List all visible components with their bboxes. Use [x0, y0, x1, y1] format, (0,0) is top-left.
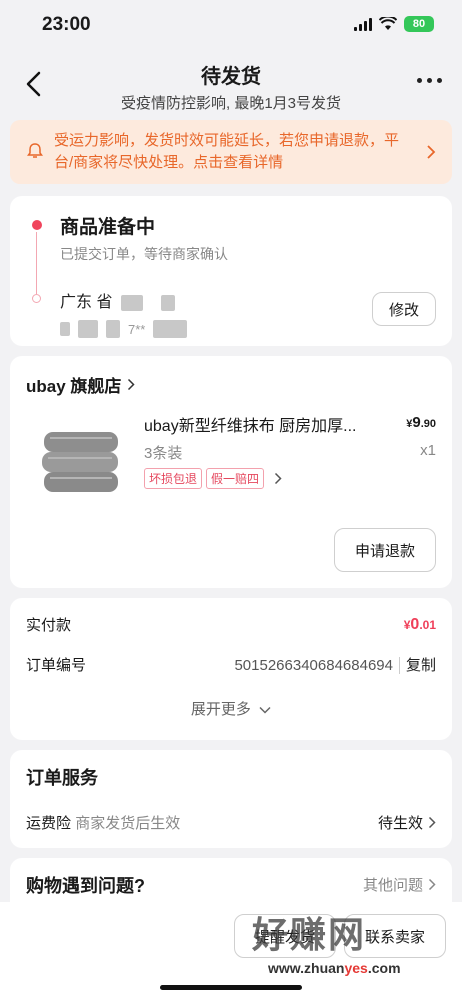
order-no: 5015266340684684694	[234, 657, 393, 674]
nav-bar: 待发货 受疫情防控影响, 最晚1月3号发货	[0, 52, 462, 118]
apply-refund-button[interactable]: 申请退款	[334, 528, 436, 572]
address-line-2: 7**	[60, 320, 188, 338]
timeline-dot	[32, 294, 41, 303]
watermark-url-b: yes	[344, 960, 368, 976]
status-bar: 23:00 80	[0, 0, 462, 52]
more-icon[interactable]	[417, 78, 442, 83]
signal-icon	[354, 17, 372, 31]
page-title: 待发货	[201, 66, 261, 88]
other-issues-label: 其他问题	[362, 877, 423, 894]
order-no-label: 订单编号	[26, 657, 87, 674]
order-no-group: 5015266340684684694 复制	[234, 654, 436, 675]
shipping-card: 商品准备中 已提交订单，等待商家确认 广东 省 7** 修改	[10, 196, 452, 346]
expand-more-button[interactable]: 展开更多	[10, 698, 452, 719]
order-service-card: 订单服务 运费险 商家发货后生效 待生效	[10, 750, 452, 848]
status-time: 23:00	[42, 14, 91, 35]
price-main: 9	[412, 414, 421, 431]
wifi-icon	[379, 17, 397, 30]
price-decimal: .90	[420, 418, 436, 430]
chevron-right-icon	[428, 878, 436, 891]
timeline-line	[36, 232, 37, 294]
product-price: ¥9.90	[406, 414, 436, 431]
paid-main: 0	[410, 615, 420, 633]
watermark-url: www.zhuanyes.com	[268, 960, 401, 976]
other-issues-group: 其他问题	[363, 874, 436, 895]
insurance-label: 运费险	[26, 815, 72, 832]
insurance-status-group: 待生效	[378, 812, 436, 833]
store-card: ubay 旗舰店 ubay新型纤维抹布 厨房加厚... ¥9.90 3条装 x1…	[10, 356, 452, 588]
order-info-card: 实付款 ¥0.01 订单编号 5015266340684684694 复制 展开更…	[10, 598, 452, 740]
insurance-desc: 商家发货后生效	[75, 815, 181, 832]
bell-icon	[27, 143, 43, 158]
edit-address-button[interactable]: 修改	[372, 292, 436, 326]
chevron-right-icon	[275, 472, 282, 485]
notice-banner[interactable]: 受运力影响，发货时效可能延长，若您申请退款，平台/商家将尽快处理。点击查看详情	[10, 120, 452, 184]
shipping-status-sub: 已提交订单，等待商家确认	[60, 246, 228, 262]
timeline-dot-active	[32, 220, 42, 230]
store-name-link[interactable]: ubay 旗舰店	[26, 372, 135, 397]
chevron-right-icon	[428, 816, 436, 829]
watermark-url-a: www.zhuan	[268, 960, 345, 976]
chevron-right-icon	[128, 378, 135, 391]
paid-amount: ¥0.01	[404, 616, 436, 634]
product-spec: 3条装	[144, 445, 183, 462]
shipping-insurance-row[interactable]: 运费险 商家发货后生效 待生效	[26, 812, 436, 833]
product-tags[interactable]: 坏损包退 假一赔四	[144, 468, 282, 489]
status-icons: 80	[354, 16, 434, 32]
address-line-1: 广东 省	[60, 288, 176, 312]
product-name[interactable]: ubay新型纤维抹布 厨房加厚...	[144, 412, 384, 436]
other-issues-link[interactable]: 其他问题	[363, 874, 436, 895]
battery-icon: 80	[404, 16, 434, 32]
home-indicator	[160, 985, 302, 990]
watermark-logo: 好赚网	[252, 914, 367, 955]
watermark-url-c: .com	[367, 960, 401, 976]
notice-text: 受运力影响，发货时效可能延长，若您申请退款，平台/商家将尽快处理。点击查看详情	[54, 132, 400, 171]
expand-label: 展开更多	[190, 701, 251, 718]
paid-decimal: .01	[419, 617, 436, 632]
tag-fake-compensation: 假一赔四	[206, 468, 265, 489]
tag-damage-refund: 坏损包退	[144, 468, 203, 489]
address-text: 广东 省	[60, 294, 113, 311]
help-title: 购物遇到问题?	[26, 876, 145, 896]
insurance-status: 待生效	[377, 815, 423, 832]
copy-button[interactable]: 复制	[398, 657, 436, 674]
insurance-info: 运费险 商家发货后生效	[26, 812, 180, 833]
service-title: 订单服务	[26, 768, 98, 788]
product-thumbnail[interactable]	[36, 416, 126, 506]
chevron-right-icon	[427, 145, 436, 159]
store-name: ubay 旗舰店	[26, 377, 122, 396]
page-subtitle: 受疫情防控影响, 最晚1月3号发货	[120, 95, 342, 112]
shipping-status-title: 商品准备中	[60, 217, 156, 238]
chevron-down-icon	[259, 706, 271, 714]
product-qty: x1	[420, 442, 436, 459]
address-masked: 7**	[128, 321, 146, 337]
battery-level: 80	[412, 18, 426, 30]
paid-label: 实付款	[26, 617, 72, 634]
paid-row: 实付款 ¥0.01	[26, 614, 436, 635]
order-no-row: 订单编号 5015266340684684694 复制	[26, 654, 436, 675]
